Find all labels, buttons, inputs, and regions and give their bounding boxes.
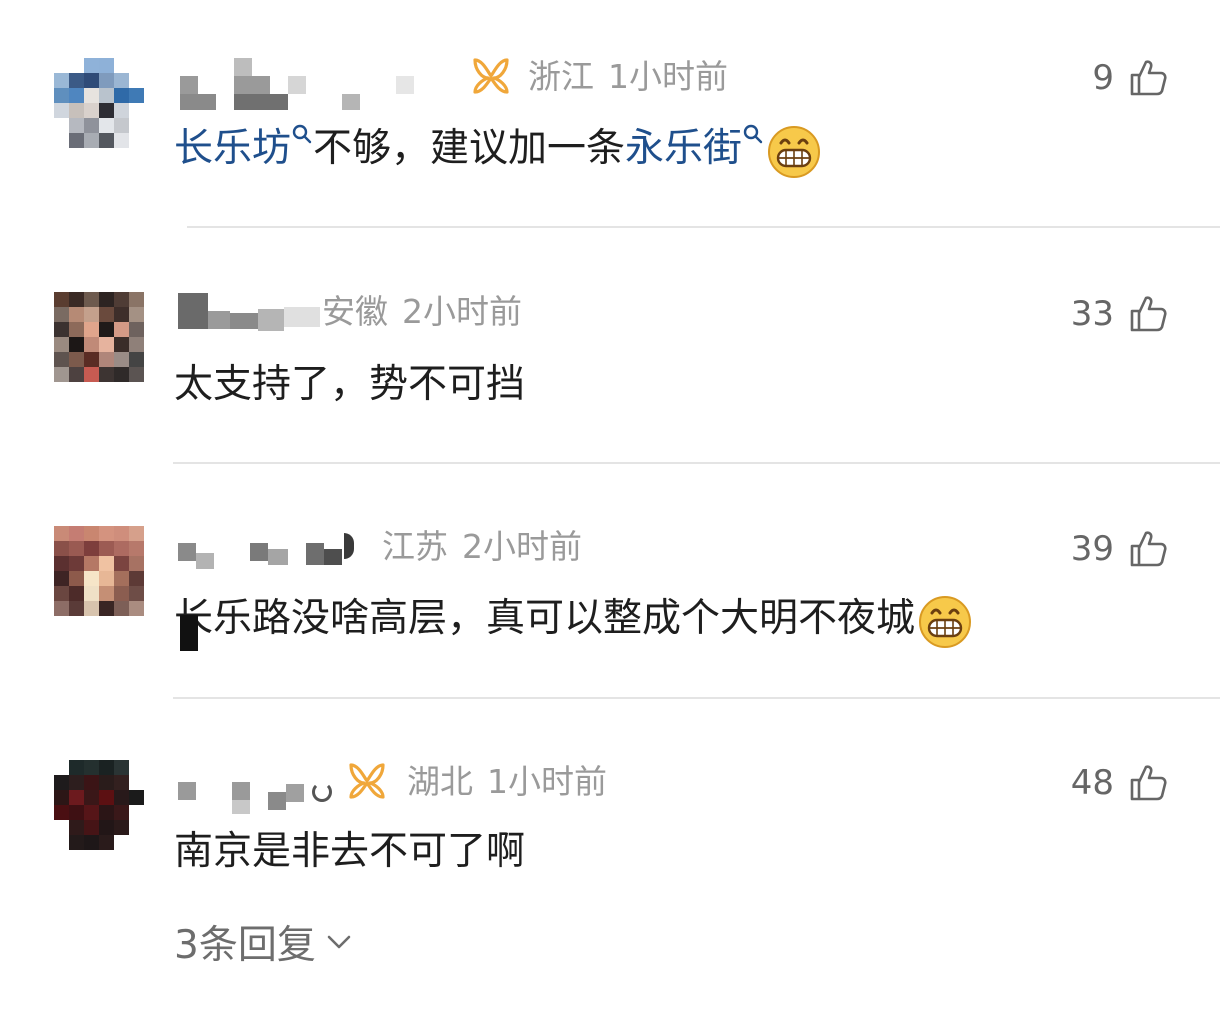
search-icon xyxy=(743,124,763,144)
divider xyxy=(173,697,1220,699)
username-masked[interactable] xyxy=(178,762,338,814)
like-button[interactable]: 39 xyxy=(1071,526,1168,572)
timestamp: 1小时前 xyxy=(608,57,728,96)
region-label: 安徽 xyxy=(322,292,388,331)
comment-meta: 湖北 1小时前 xyxy=(407,759,607,805)
username-masked[interactable] xyxy=(180,58,420,110)
avatar[interactable] xyxy=(54,526,144,616)
comment-text: 太支持了，势不可挡 xyxy=(174,362,526,407)
grin-emoji xyxy=(768,125,821,178)
search-icon xyxy=(292,124,312,144)
like-count: 33 xyxy=(1070,294,1114,334)
comment-text: 长乐路没啥高层，真可以整成个大明不夜城 xyxy=(174,591,973,649)
timestamp: 2小时前 xyxy=(402,292,522,331)
username-masked[interactable] xyxy=(178,527,368,577)
region-label: 浙江 xyxy=(528,57,594,96)
like-button[interactable]: 9 xyxy=(1092,55,1168,101)
vip-badge-icon xyxy=(473,58,509,94)
comment-body: 长乐路没啥高层，真可以整成个大明不夜城 xyxy=(174,596,916,641)
thumbs-up-icon xyxy=(1130,765,1167,801)
comment-item: 湖北 1小时前 48 南京是非去不可了啊 3条回复 xyxy=(0,700,1220,1020)
comment-meta: 安徽 2小时前 xyxy=(322,289,522,335)
avatar[interactable] xyxy=(54,760,144,850)
like-button[interactable]: 48 xyxy=(1071,760,1168,806)
username-masked[interactable] xyxy=(178,293,322,343)
timestamp: 2小时前 xyxy=(462,527,582,566)
divider xyxy=(187,226,1220,228)
thumbs-up-icon xyxy=(1130,531,1167,567)
topic-link[interactable]: 长乐坊 xyxy=(174,126,291,171)
replies-label: 3条回复 xyxy=(174,923,316,968)
divider xyxy=(173,462,1220,464)
like-count: 39 xyxy=(1070,529,1114,569)
grin-emoji xyxy=(919,595,972,648)
region-label: 湖北 xyxy=(407,762,473,801)
avatar[interactable] xyxy=(54,58,144,148)
comment-item: 安徽 2小时前 33 太支持了，势不可挡 xyxy=(0,229,1220,464)
comment-text: 南京是非去不可了啊 xyxy=(174,829,526,874)
chevron-down-icon xyxy=(327,935,351,949)
comment-meta: 江苏 2小时前 xyxy=(382,524,582,570)
comment-item: 浙江 1小时前 9 长乐坊 不够，建议加一条永乐街 xyxy=(0,0,1220,228)
comment-body: 不够，建议加一条 xyxy=(313,126,626,171)
timestamp: 1小时前 xyxy=(487,762,607,801)
view-replies-button[interactable]: 3条回复 xyxy=(174,915,354,969)
comment-item: 江苏 2小时前 39 长乐路没啥高层，真可以整成个大明不夜城 xyxy=(0,465,1220,699)
thumbs-up-icon xyxy=(1130,296,1167,332)
like-count: 48 xyxy=(1070,763,1114,803)
topic-link[interactable]: 永乐街 xyxy=(625,126,742,171)
comment-text: 长乐坊 不够，建议加一条永乐街 xyxy=(174,121,822,179)
like-button[interactable]: 33 xyxy=(1071,291,1168,337)
region-label: 江苏 xyxy=(382,527,448,566)
vip-badge-icon xyxy=(349,763,385,799)
comment-meta: 浙江 1小时前 xyxy=(528,54,728,100)
redaction-block xyxy=(180,615,198,651)
avatar[interactable] xyxy=(54,292,144,382)
thumbs-up-icon xyxy=(1130,60,1167,96)
like-count: 9 xyxy=(1092,58,1114,98)
